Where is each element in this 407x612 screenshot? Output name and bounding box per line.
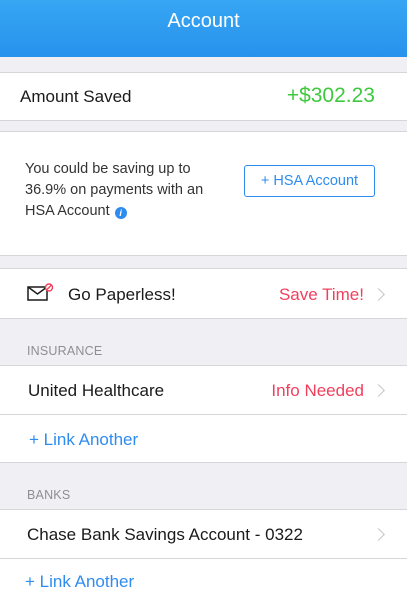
- info-icon[interactable]: i: [114, 207, 127, 219]
- chevron-right-icon: [372, 384, 385, 397]
- amount-saved-value: +$302.23: [286, 84, 375, 107]
- info-needed-status: Info Needed: [271, 381, 364, 400]
- banks-list: Chase Bank Savings Account - 0322 + Link…: [0, 509, 407, 612]
- save-time-link[interactable]: Save Time!: [279, 285, 364, 305]
- insurance-row[interactable]: United Healthcare Info Needed: [0, 366, 407, 414]
- link-another-insurance-button[interactable]: + Link Another: [29, 430, 138, 450]
- amount-saved-card: Amount Saved +$302.23: [0, 72, 407, 121]
- chevron-right-icon: [372, 528, 385, 541]
- amount-saved-label: Amount Saved: [20, 87, 132, 106]
- add-hsa-account-button[interactable]: + HSA Account: [244, 165, 375, 197]
- page-title: Account: [167, 10, 240, 32]
- banks-section-header: BANKS: [27, 488, 71, 502]
- hsa-promo-message: You could be saving up to 36.9% on payme…: [25, 161, 204, 219]
- chevron-right-icon: [372, 288, 385, 301]
- hsa-promo-card: You could be saving up to 36.9% on payme…: [0, 131, 407, 256]
- insurance-section-header: INSURANCE: [27, 344, 103, 358]
- insurance-list: United Healthcare Info Needed + Link Ano…: [0, 365, 407, 463]
- go-paperless-row[interactable]: Go Paperless! Save Time!: [0, 268, 407, 319]
- bank-account-name: Chase Bank Savings Account - 0322: [27, 525, 303, 544]
- row-divider: [0, 558, 407, 559]
- row-divider: [0, 414, 407, 415]
- link-another-bank-button[interactable]: + Link Another: [25, 572, 134, 592]
- insurance-provider-name: United Healthcare: [28, 381, 165, 400]
- go-paperless-label: Go Paperless!: [68, 285, 176, 304]
- mail-notification-icon: [27, 283, 54, 301]
- hsa-promo-text: You could be saving up to 36.9% on payme…: [25, 159, 230, 222]
- nav-bar: Account: [0, 0, 407, 57]
- bank-row[interactable]: Chase Bank Savings Account - 0322: [0, 510, 407, 558]
